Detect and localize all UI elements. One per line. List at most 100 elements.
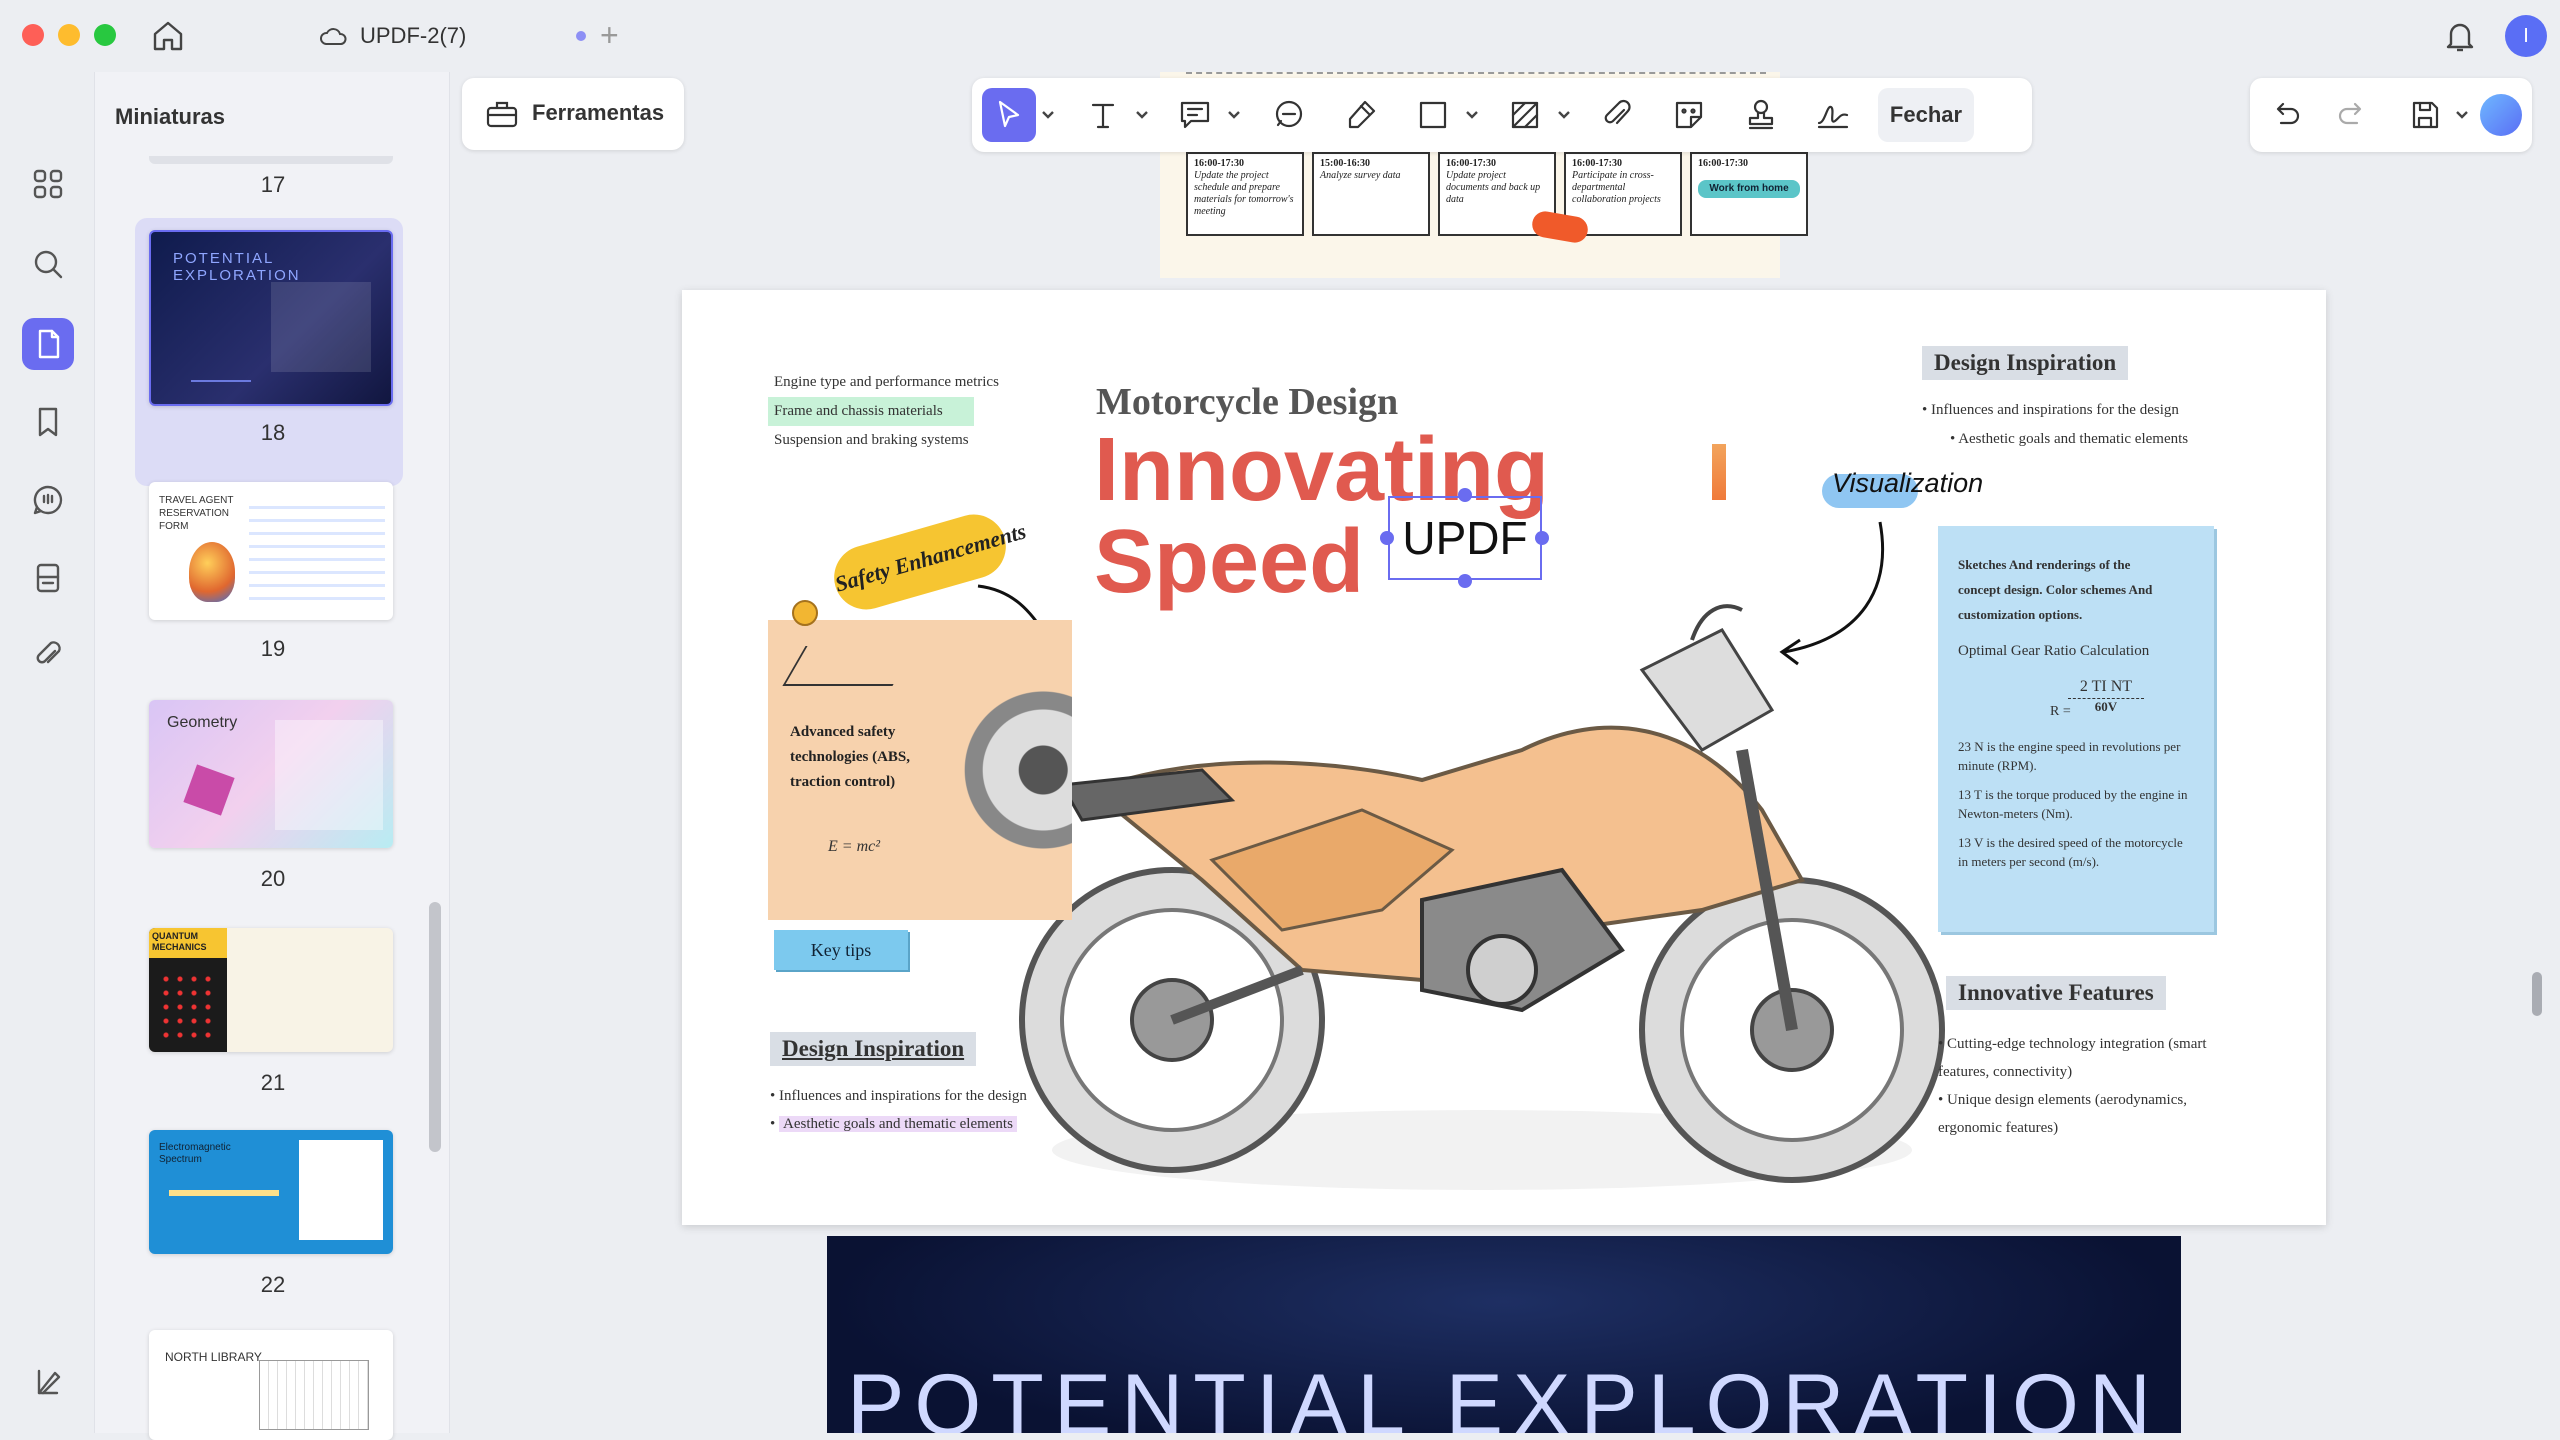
document-scrollbar[interactable] (2532, 972, 2542, 1016)
schedule-time: 16:00-17:30 (1698, 158, 1748, 169)
sticky-note-tool-button[interactable] (1262, 88, 1316, 142)
chevron-down-icon[interactable] (1464, 106, 1480, 122)
thumbnail-bar (169, 1190, 279, 1196)
thumbnail-page-18[interactable]: POTENTIAL EXPLORATION (149, 230, 393, 406)
design-inspiration-list: • Influences and inspirations for the de… (1922, 402, 2189, 447)
cloud-icon (320, 28, 347, 45)
thumbnail-page-20[interactable]: Geometry (149, 700, 393, 848)
attachment-tool-button[interactable] (1590, 88, 1644, 142)
sticker-tool-button[interactable] (1662, 88, 1716, 142)
thumbnail-title: Geometry (167, 714, 238, 731)
design-inspiration-heading: Design Inspiration (1922, 346, 2129, 380)
resize-handle[interactable] (1458, 488, 1472, 502)
thumbnail-dots (159, 972, 217, 1042)
save-icon[interactable] (2398, 88, 2452, 142)
thumbnail-title: POTENTIAL EXPLORATION (173, 250, 301, 284)
formula-numerator: 2 TI NT (2079, 678, 2133, 695)
thumbnail-page-17-edge[interactable] (149, 156, 393, 164)
text-comment-tool-button[interactable] (1168, 88, 1222, 142)
thumbnail-shape (183, 764, 235, 816)
left-toolbar (0, 72, 94, 1433)
thumbnail-scrollbar[interactable] (429, 902, 441, 1152)
resize-handle[interactable] (1458, 574, 1472, 588)
rectangle-tool-button[interactable] (1406, 88, 1460, 142)
thumbnail-chart (191, 342, 251, 382)
page-number: 17 (260, 172, 286, 197)
updf-text-box[interactable]: UPDF (1388, 496, 1542, 580)
bell-icon[interactable] (2442, 18, 2478, 54)
thumbnail-page-19[interactable]: TRAVEL AGENT RESERVATION FORM (149, 482, 393, 620)
stamp-tool-button[interactable] (1734, 88, 1788, 142)
home-icon[interactable] (150, 18, 190, 54)
schedule-top-border (1186, 72, 1766, 74)
minimize-window-button[interactable] (58, 24, 80, 46)
document-tab[interactable]: UPDF-2(7) (318, 14, 586, 58)
resize-handle[interactable] (1535, 531, 1549, 545)
thumbnail-page-23[interactable]: NORTH LIBRARY (149, 1330, 393, 1440)
gear-ratio-note: Sketches And renderings of the concept d… (1938, 526, 2214, 932)
bookmark-icon[interactable] (22, 396, 74, 448)
maximize-window-button[interactable] (94, 24, 116, 46)
schedule-text: Update project documents and back up dat… (1446, 170, 1541, 205)
wheel-sketch (928, 620, 1072, 920)
chevron-down-icon[interactable] (1040, 106, 1056, 122)
work-from-home-badge: Work from home (1698, 180, 1800, 198)
close-annotation-button[interactable]: Fechar (1878, 88, 1974, 142)
thumbnail-title: TRAVEL AGENT RESERVATION FORM (159, 495, 234, 532)
chevron-down-icon[interactable] (1226, 106, 1242, 122)
list-item: Aesthetic goals and thematic elements (1958, 431, 2189, 447)
schedule-time: 16:00-17:30 (1446, 158, 1496, 169)
right-toolbar (2250, 78, 2532, 152)
thumbnail-title: Electromagnetic Spectrum (159, 1142, 231, 1165)
highlighter-tool-button[interactable] (1334, 88, 1388, 142)
comments-icon[interactable] (22, 474, 74, 526)
schedule-cell: 16:00-17:30 Work from home (1690, 152, 1808, 236)
note-card: Advanced safety technologies (ABS, tract… (768, 620, 1072, 920)
schedule-cell: 15:00-16:30 Analyze survey data (1312, 152, 1430, 236)
list-item: Suspension and braking systems (774, 432, 969, 448)
orange-marker-stroke (1712, 444, 1726, 500)
layers-icon[interactable] (22, 1356, 74, 1408)
attachments-icon[interactable] (22, 628, 74, 680)
schedule-text: Participate in cross-departmental collab… (1572, 170, 1661, 205)
text-tool-button[interactable] (1076, 88, 1130, 142)
chevron-down-icon[interactable] (1134, 106, 1150, 122)
pdf-page: Engine type and performance metrics Fram… (682, 290, 2326, 1225)
note-subtitle: Optimal Gear Ratio Calculation (1958, 643, 2150, 659)
list-item: Engine type and performance metrics (774, 374, 999, 390)
new-tab-button[interactable]: + (600, 19, 619, 51)
close-window-button[interactable] (22, 24, 44, 46)
thumbnail-panel: Miniaturas 17 POTENTIAL EXPLORATION 18 T… (94, 72, 450, 1440)
resize-handle[interactable] (1380, 531, 1394, 545)
signature-tool-button[interactable] (1806, 88, 1860, 142)
list-item: Cutting-edge technology integration (sma… (1938, 1036, 2207, 1080)
next-page: POTENTIAL EXPLORATION (827, 1236, 2181, 1433)
tools-button[interactable]: Ferramentas (462, 78, 684, 150)
search-icon[interactable] (22, 238, 74, 290)
page-number: 21 (260, 1070, 286, 1095)
title-bar: UPDF-2(7) + I (0, 0, 2560, 72)
innovative-features-list: • Cutting-edge technology integration (s… (1938, 1036, 2207, 1136)
schedule-time: 15:00-16:30 (1320, 158, 1370, 169)
area-tool-button[interactable] (1498, 88, 1552, 142)
note-card-text: Advanced safety technologies (ABS, tract… (790, 724, 910, 790)
curved-arrow (1779, 521, 1885, 666)
chevron-down-icon[interactable] (2454, 106, 2470, 122)
document-tab-title: UPDF-2(7) (360, 23, 467, 48)
undo-icon[interactable] (2260, 88, 2314, 142)
thumbnails-icon[interactable] (22, 318, 74, 370)
toolbox-icon (486, 101, 518, 128)
thumbnail-page-21[interactable]: QUANTUM MECHANICS (149, 928, 393, 1052)
form-fields-icon[interactable] (22, 552, 74, 604)
thumbnail-page-22[interactable]: Electromagnetic Spectrum (149, 1130, 393, 1254)
user-avatar[interactable]: I (2505, 15, 2547, 57)
apps-grid-icon[interactable] (22, 158, 74, 210)
page-number: 20 (260, 866, 286, 891)
note-list: 23 N is the engine speed in revolutions … (1958, 737, 2194, 871)
pushpin-icon (792, 600, 818, 626)
ai-assistant-icon[interactable] (2480, 94, 2522, 136)
redo-icon[interactable] (2324, 88, 2378, 142)
chevron-down-icon[interactable] (1556, 106, 1572, 122)
feature-list: Engine type and performance metrics Fram… (768, 368, 999, 455)
select-tool-button[interactable] (982, 88, 1036, 142)
